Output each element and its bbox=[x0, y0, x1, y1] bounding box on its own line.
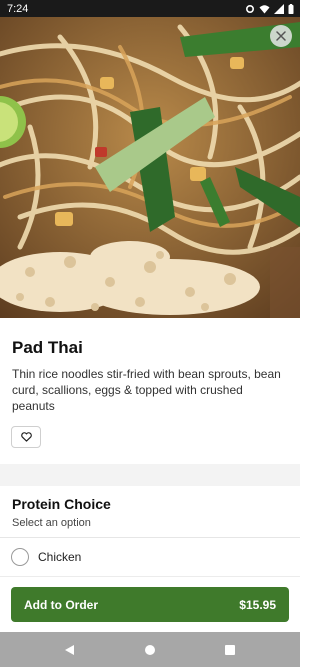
recents-button[interactable] bbox=[220, 640, 240, 660]
item-title: Pad Thai bbox=[12, 338, 83, 357]
radio-button[interactable] bbox=[11, 547, 29, 566]
order-footer: Add to Order $15.95 bbox=[0, 576, 300, 632]
back-icon bbox=[65, 644, 74, 655]
status-icons bbox=[245, 3, 294, 14]
heart-icon bbox=[20, 432, 32, 442]
home-icon bbox=[145, 644, 155, 655]
protein-options-section: Protein Choice Select an option Chicken bbox=[0, 486, 300, 576]
option-chicken[interactable]: Chicken bbox=[0, 537, 300, 575]
options-subtitle: Select an option bbox=[12, 517, 91, 529]
order-price: $15.95 bbox=[239, 597, 276, 612]
back-button[interactable] bbox=[60, 640, 80, 660]
favorite-button[interactable] bbox=[11, 426, 41, 448]
status-bar: 7:24 bbox=[0, 0, 300, 17]
add-to-order-button[interactable]: Add to Order $15.95 bbox=[11, 587, 289, 622]
close-button[interactable] bbox=[270, 25, 292, 47]
system-nav-bar bbox=[0, 632, 300, 667]
option-label: Chicken bbox=[38, 549, 82, 564]
battery-icon bbox=[288, 3, 294, 14]
recents-icon bbox=[225, 644, 235, 655]
wifi-icon bbox=[259, 4, 270, 13]
pad-thai-photo bbox=[0, 17, 300, 318]
hero-image bbox=[0, 17, 300, 318]
signal-settings-icon bbox=[245, 4, 255, 13]
section-divider bbox=[0, 464, 300, 486]
add-to-order-label: Add to Order bbox=[24, 597, 98, 612]
close-icon bbox=[276, 31, 286, 41]
options-title: Protein Choice bbox=[12, 496, 111, 512]
status-time: 7:24 bbox=[7, 2, 29, 15]
item-description: Thin rice noodles stir-fried with bean s… bbox=[12, 367, 281, 413]
cell-signal-icon bbox=[274, 3, 284, 14]
item-details: Pad Thai Thin rice noodles stir-fried wi… bbox=[0, 318, 300, 464]
home-button[interactable] bbox=[140, 640, 160, 660]
